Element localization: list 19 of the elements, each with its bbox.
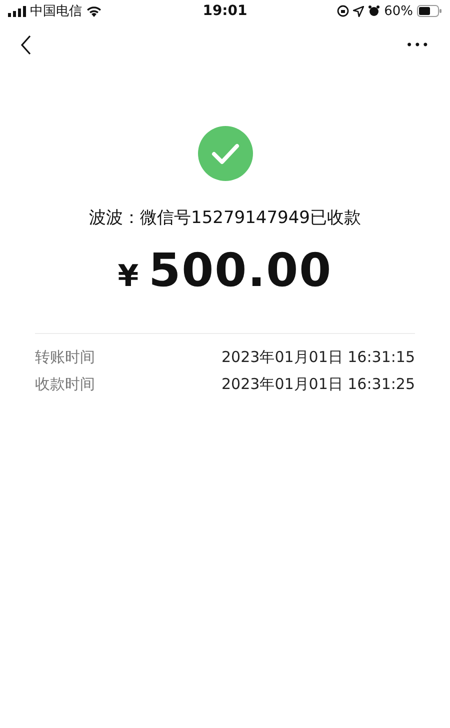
back-icon xyxy=(20,35,32,55)
payment-received-message: 波波：微信号15279147949已收款 xyxy=(89,207,361,229)
amount: 500.00 xyxy=(148,243,332,297)
detail-label: 转账时间 xyxy=(35,348,95,367)
detail-value: 2023年01月01日 16:31:15 xyxy=(222,348,415,367)
battery-percent: 60% xyxy=(384,4,413,18)
alarm-icon xyxy=(368,5,380,17)
carrier-name: 中国电信 xyxy=(30,3,82,20)
rotation-lock-icon xyxy=(337,5,350,17)
signal-icon xyxy=(8,6,26,16)
detail-label: 收款时间 xyxy=(35,375,95,394)
more-button[interactable]: ••• xyxy=(402,34,434,56)
battery-icon xyxy=(416,5,442,17)
success-check-icon xyxy=(198,126,252,181)
wifi-icon xyxy=(86,5,102,17)
location-icon xyxy=(353,6,364,16)
detail-value: 2023年01月01日 16:31:25 xyxy=(222,375,415,394)
status-time: 19:01 xyxy=(202,3,248,19)
currency-symbol: ¥ xyxy=(118,259,139,294)
